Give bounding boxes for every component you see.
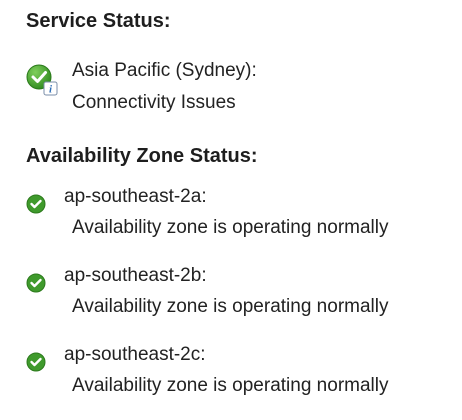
zone-status-text: Availability zone is operating normally — [72, 375, 389, 396]
check-circle-icon — [26, 194, 46, 214]
zone-status-text: Availability zone is operating normally — [72, 296, 389, 317]
zone-name: ap-southeast-2c: — [64, 344, 206, 365]
zone-name: ap-southeast-2b: — [64, 265, 207, 286]
service-status-text: Connectivity Issues — [72, 92, 236, 113]
zone-item: ap-southeast-2a: Availability zone is op… — [26, 184, 456, 244]
zone-status-text: Availability zone is operating normally — [72, 217, 389, 238]
service-status-heading: Service Status: — [26, 10, 171, 32]
service-status-item: i Asia Pacific (Sydney): Connectivity Is… — [26, 55, 446, 125]
zone-item: ap-southeast-2c: Availability zone is op… — [26, 342, 456, 402]
availability-zone-heading: Availability Zone Status: — [26, 145, 258, 167]
check-with-info-icon: i — [26, 63, 60, 97]
check-circle-icon — [26, 273, 46, 293]
service-region-label: Asia Pacific (Sydney): — [72, 60, 257, 81]
zone-item: ap-southeast-2b: Availability zone is op… — [26, 263, 456, 323]
service-text: Asia Pacific (Sydney): Connectivity Issu… — [72, 55, 257, 119]
zone-name: ap-southeast-2a: — [64, 186, 207, 207]
check-circle-icon — [26, 352, 46, 372]
